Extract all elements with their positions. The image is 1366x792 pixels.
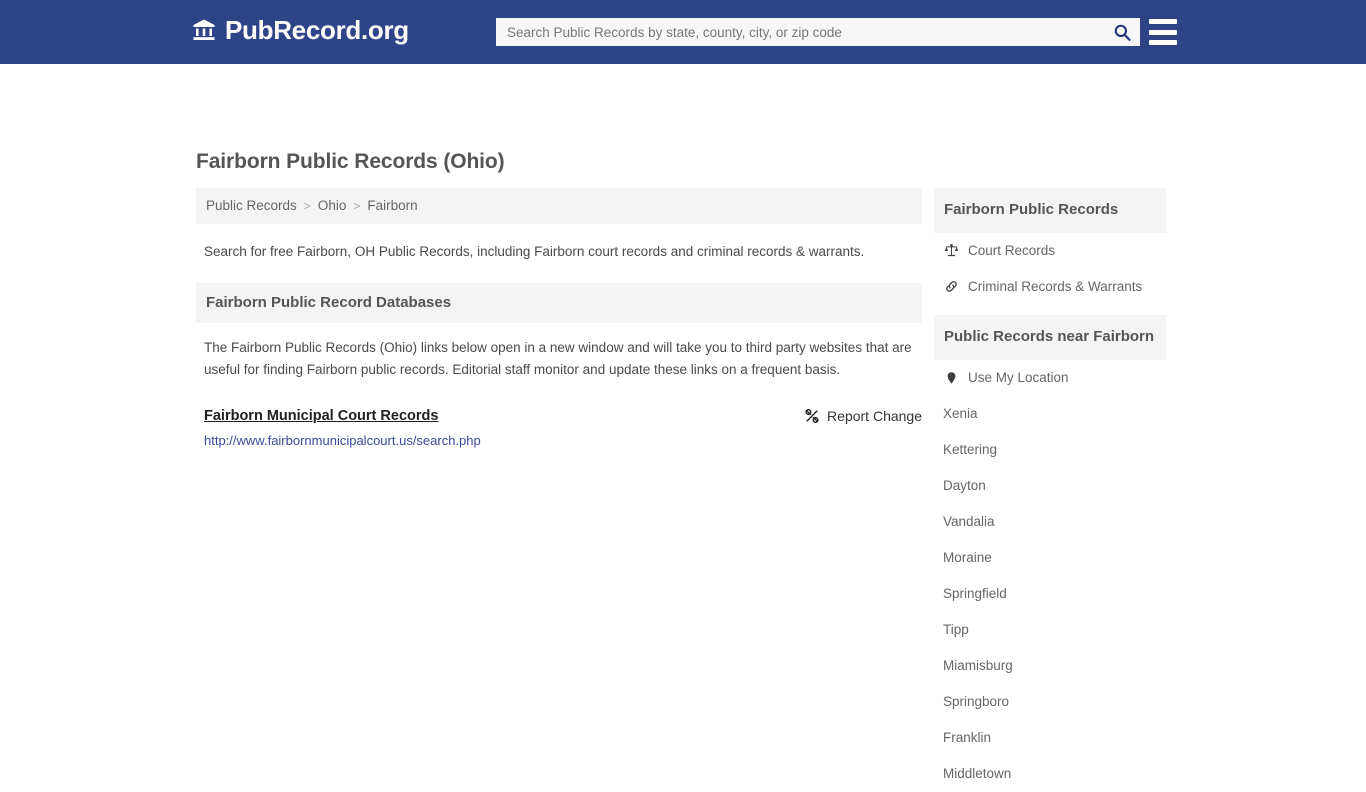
breadcrumb: Public Records > Ohio > Fairborn (196, 188, 922, 224)
sidebar-item-city-franklin[interactable]: Franklin (934, 720, 1166, 756)
page-title: Fairborn Public Records (Ohio) (196, 150, 505, 173)
record-title-link[interactable]: Fairborn Municipal Court Records (204, 408, 438, 424)
record-url-link[interactable]: http://www.fairbornmunicipalcourt.us/sea… (204, 433, 481, 448)
menu-bar-1 (1149, 19, 1177, 24)
sidebar-item-label: Springboro (943, 694, 1010, 709)
site-header: PubRecord.org (0, 0, 1366, 64)
sidebar-item-label: Kettering (943, 442, 998, 457)
sidebar-nearby-panel-header: Public Records near Fairborn (934, 314, 1166, 360)
sidebar-nearby-list: Use My Location Xenia Kettering Dayton V… (934, 360, 1166, 792)
sidebar-item-city-dayton[interactable]: Dayton (934, 468, 1166, 504)
sidebar-item-label: Court Records (968, 243, 1056, 259)
search-button[interactable] (1105, 19, 1139, 45)
sidebar: Fairborn Public Records Court Records Cr… (934, 188, 1166, 792)
report-change-button[interactable]: Report Change (804, 408, 922, 424)
sidebar-item-label: Use My Location (968, 370, 1069, 385)
search-input[interactable] (497, 19, 1105, 45)
sidebar-records-panel-header: Fairborn Public Records (934, 188, 1166, 233)
menu-bar-3 (1149, 40, 1177, 45)
bank-building-icon (192, 18, 216, 42)
sidebar-item-city-tipp[interactable]: Tipp (934, 612, 1166, 648)
sidebar-item-label: Criminal Records & Warrants (968, 279, 1143, 295)
sidebar-item-label: Tipp (943, 622, 969, 637)
databases-section-header: Fairborn Public Record Databases (196, 282, 922, 323)
intro-text: Search for free Fairborn, OH Public Reco… (204, 244, 865, 259)
sidebar-nearby-panel-title: Public Records near Fairborn (944, 327, 1155, 345)
sidebar-item-city-vandalia[interactable]: Vandalia (934, 504, 1166, 540)
breadcrumb-item-fairborn[interactable]: Fairborn (367, 198, 417, 213)
record-entry: Fairborn Municipal Court Records Report … (204, 408, 922, 424)
breadcrumb-item-public-records[interactable]: Public Records (206, 198, 297, 213)
sidebar-item-city-miamisburg[interactable]: Miamisburg (934, 648, 1166, 684)
site-logo[interactable]: PubRecord.org (192, 17, 409, 43)
sidebar-item-city-moraine[interactable]: Moraine (934, 540, 1166, 576)
sidebar-records-panel-title: Fairborn Public Records (944, 201, 1119, 218)
breadcrumb-separator: > (353, 198, 361, 213)
sidebar-item-label: Xenia (943, 406, 978, 421)
sidebar-item-city-middletown[interactable]: Middletown (934, 756, 1166, 792)
sidebar-item-label: Moraine (943, 550, 992, 565)
breadcrumb-item-ohio[interactable]: Ohio (318, 198, 347, 213)
sidebar-item-label: Miamisburg (943, 658, 1013, 673)
sidebar-item-label: Springfield (943, 586, 1007, 601)
sidebar-item-label: Vandalia (943, 514, 995, 529)
sidebar-item-city-springboro[interactable]: Springboro (934, 684, 1166, 720)
search-bar (496, 18, 1140, 46)
search-icon (1113, 23, 1132, 42)
sidebar-item-label: Franklin (943, 730, 992, 745)
report-change-label: Report Change (827, 408, 922, 425)
hamburger-menu-icon[interactable] (1149, 19, 1177, 45)
sidebar-item-label: Middletown (943, 766, 1012, 781)
sidebar-records-list: Court Records Criminal Records & Warrant… (934, 233, 1166, 305)
databases-section-title: Fairborn Public Record Databases (206, 293, 452, 311)
chain-link-icon (943, 279, 959, 294)
sidebar-item-court-records[interactable]: Court Records (934, 233, 1166, 269)
main-content: Public Records > Ohio > Fairborn Search … (196, 188, 922, 450)
sidebar-item-city-kettering[interactable]: Kettering (934, 432, 1166, 468)
sidebar-item-city-springfield[interactable]: Springfield (934, 576, 1166, 612)
brand-name: PubRecord.org (225, 15, 409, 45)
sidebar-item-criminal-records-warrants[interactable]: Criminal Records & Warrants (934, 269, 1166, 305)
menu-bar-2 (1149, 29, 1177, 35)
sidebar-item-city-xenia[interactable]: Xenia (934, 396, 1166, 432)
sidebar-item-label: Dayton (943, 478, 986, 493)
sidebar-item-use-my-location[interactable]: Use My Location (934, 360, 1166, 396)
breadcrumb-separator: > (303, 198, 311, 213)
map-pin-icon (943, 370, 959, 386)
balance-scale-icon (943, 243, 959, 258)
broken-link-icon (804, 408, 820, 424)
databases-blurb: The Fairborn Public Records (Ohio) links… (204, 339, 912, 377)
